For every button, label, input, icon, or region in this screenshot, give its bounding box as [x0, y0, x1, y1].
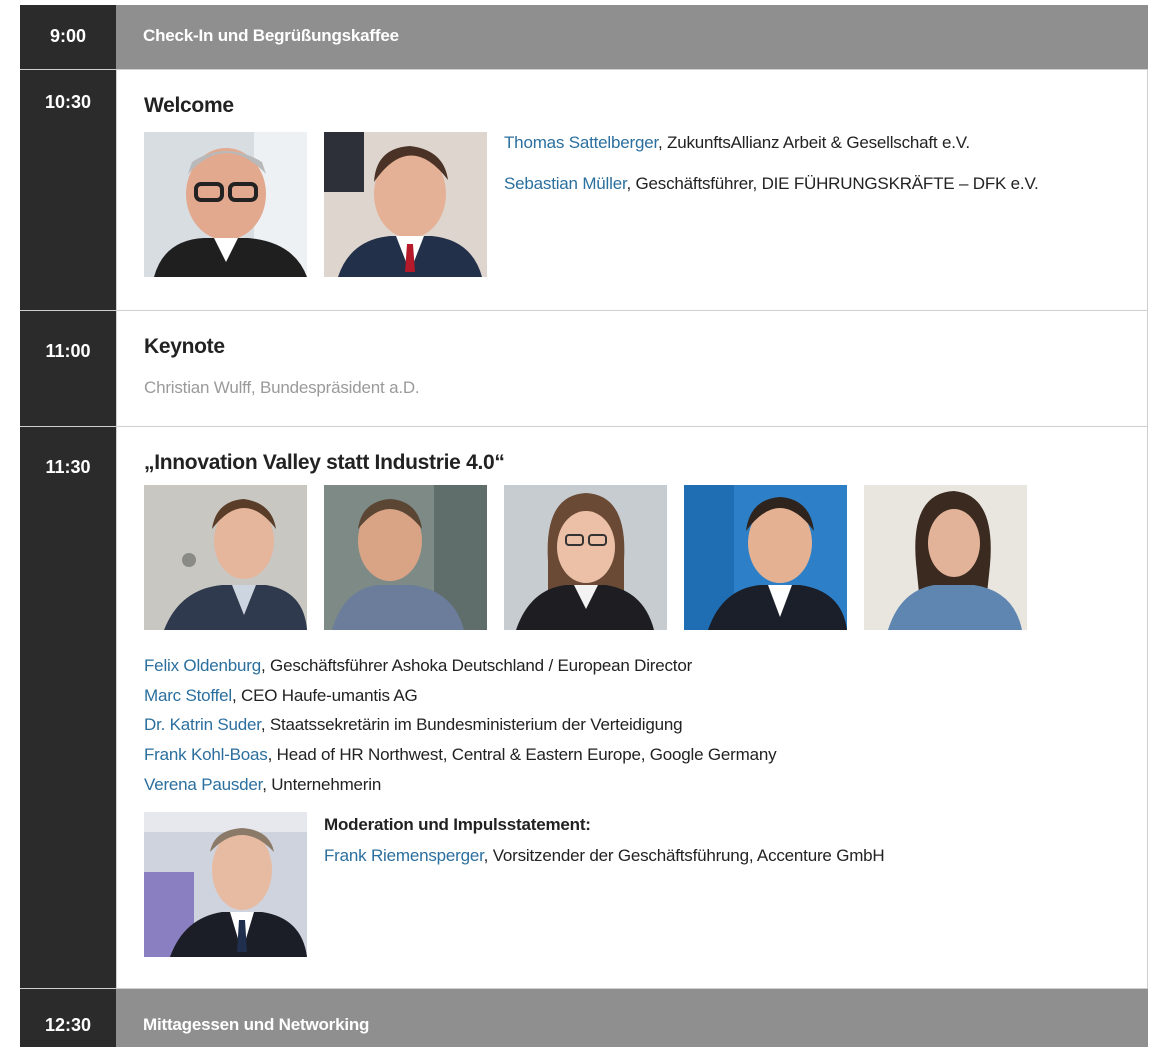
session-title: Welcome — [144, 94, 234, 117]
time-label: 9:00 — [20, 5, 116, 69]
panelist-photo — [504, 485, 667, 630]
panelist-name-link[interactable]: Verena Pausder — [144, 775, 262, 794]
session-band: Check-In und Begrüßungskaffee — [116, 5, 1148, 69]
panelist-photo — [684, 485, 847, 630]
moderation-label: Moderation und Impulsstatement: — [324, 815, 591, 834]
session-title: Keynote — [144, 335, 225, 358]
session-keynote: 11:00 Keynote Christian Wulff, Bundesprä… — [20, 311, 1148, 427]
time-label: 11:00 — [20, 311, 116, 426]
moderator-role: , Vorsitzender der Geschäftsführung, Acc… — [483, 846, 885, 865]
session-band: Mittagessen und Networking — [116, 989, 1148, 1047]
session-welcome: 10:30 Welcome Thomas Sattelberger, Zukun… — [20, 70, 1148, 311]
panelist-line: Marc Stoffel, CEO Haufe-umantis AG — [144, 686, 418, 706]
session-title: „Innovation Valley statt Industrie 4.0“ — [144, 451, 505, 474]
speaker-line: Sebastian Müller, Geschäftsführer, DIE F… — [504, 174, 1039, 194]
panelist-role: , Geschäftsführer Ashoka Deutschland / E… — [261, 656, 693, 675]
panelist-name-link[interactable]: Dr. Katrin Suder — [144, 715, 261, 734]
panelist-line: Felix Oldenburg, Geschäftsführer Ashoka … — [144, 656, 692, 676]
session-content: Welcome Thomas Sattelberger, ZukunftsAll… — [116, 70, 1148, 310]
panelist-photo — [324, 485, 487, 630]
time-label: 11:30 — [20, 427, 116, 988]
speaker-photo — [144, 132, 307, 277]
moderator-photo — [144, 812, 307, 957]
session-content: „Innovation Valley statt Industrie 4.0“ … — [116, 427, 1148, 988]
panelist-role: , Head of HR Northwest, Central & Easter… — [267, 745, 777, 764]
panelist-role: , Unternehmerin — [262, 775, 382, 794]
moderator-name-link[interactable]: Frank Riemensperger — [324, 846, 484, 865]
session-checkin: 9:00 Check-In und Begrüßungskaffee — [20, 5, 1148, 70]
panelist-role: , CEO Haufe-umantis AG — [232, 686, 418, 705]
band-title: Check-In und Begrüßungskaffee — [143, 26, 399, 45]
panelist-line: Frank Kohl-Boas, Head of HR Northwest, C… — [144, 745, 777, 765]
panelist-line: Verena Pausder, Unternehmerin — [144, 775, 381, 795]
panelist-name-link[interactable]: Frank Kohl-Boas — [144, 745, 268, 764]
panelist-name-link[interactable]: Marc Stoffel — [144, 686, 232, 705]
speaker-photo — [324, 132, 487, 277]
speaker-name-link[interactable]: Thomas Sattelberger — [504, 133, 658, 152]
speaker-name-link[interactable]: Sebastian Müller — [504, 174, 627, 193]
speaker-line: Thomas Sattelberger, ZukunftsAllianz Arb… — [504, 133, 970, 153]
panelist-role: , Staatssekretärin im Bundesministerium … — [260, 715, 683, 734]
keynote-speaker: Christian Wulff, Bundespräsident a.D. — [144, 378, 420, 397]
moderator-line: Frank Riemensperger, Vorsitzender der Ge… — [324, 846, 885, 866]
session-lunch: 12:30 Mittagessen und Networking — [20, 989, 1148, 1047]
time-label: 10:30 — [20, 70, 116, 310]
panelist-photo — [144, 485, 307, 630]
panelist-line: Dr. Katrin Suder, Staatssekretärin im Bu… — [144, 715, 683, 735]
time-label: 12:30 — [20, 989, 116, 1047]
speaker-role: , Geschäftsführer, DIE FÜHRUNGSKRÄFTE – … — [626, 174, 1039, 193]
band-title: Mittagessen und Networking — [143, 1015, 370, 1034]
session-panel: 11:30 „Innovation Valley statt Industrie… — [20, 427, 1148, 989]
panelist-name-link[interactable]: Felix Oldenburg — [144, 656, 261, 675]
session-content: Keynote Christian Wulff, Bundespräsident… — [116, 311, 1148, 426]
speaker-role: , ZukunftsAllianz Arbeit & Gesellschaft … — [658, 133, 970, 152]
panelist-photo — [864, 485, 1027, 630]
